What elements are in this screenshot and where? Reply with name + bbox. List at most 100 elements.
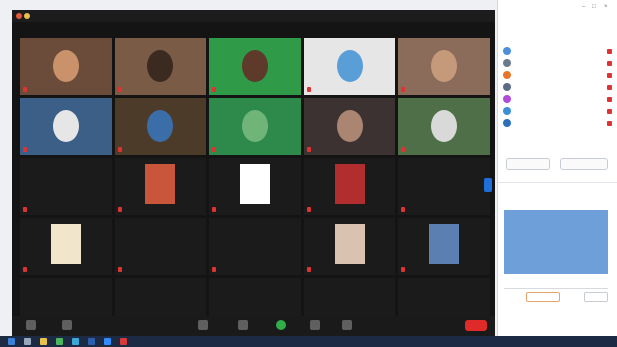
muted-mic-icon [607,60,612,66]
participant-video [52,110,79,142]
window-minimize-dot[interactable] [24,13,30,19]
zoom-icon[interactable] [104,338,111,345]
avatar [503,95,511,103]
participant-list [498,45,617,129]
muted-mic-icon [212,87,217,92]
participant-tile[interactable] [303,38,396,95]
muted-mic-icon [117,87,122,92]
next-page-arrow[interactable] [484,178,492,192]
more-options-button[interactable] [542,172,572,181]
participant-row[interactable] [498,69,617,81]
maximize-icon[interactable]: □ [592,4,596,10]
participant-tile[interactable] [209,158,301,215]
muted-mic-icon [607,72,612,78]
share-screen-icon[interactable] [276,320,286,330]
participant-video [147,110,174,142]
muted-mic-icon [306,267,311,272]
muted-mic-icon [23,267,27,272]
participant-tile[interactable] [398,158,490,215]
participant-tile[interactable] [209,38,301,95]
muted-mic-icon [401,87,406,92]
muted-mic-icon [306,147,311,152]
participant-video [241,110,268,142]
participant-row[interactable] [498,105,617,117]
chat-icon[interactable] [238,320,248,330]
participant-tile[interactable] [20,38,112,95]
meeting-toolbar [12,316,495,336]
muted-mic-icon [306,207,311,212]
participant-photo [429,224,460,264]
chrome-icon[interactable] [56,338,63,345]
muted-mic-icon [23,207,27,212]
muted-mic-icon [607,120,612,126]
muted-mic-icon [117,147,122,152]
chat-input-area[interactable] [504,288,608,310]
mute-icon[interactable] [26,320,36,330]
participant-video [52,50,79,82]
pdf-icon[interactable] [120,338,127,345]
chat-recipient-dropdown[interactable] [526,292,560,302]
participant-tile[interactable] [114,38,207,95]
meeting-window [12,10,495,336]
participants-panel: – □ × [497,0,617,336]
windows-start-icon[interactable] [8,338,15,345]
participant-tile[interactable] [303,158,396,215]
search-icon[interactable] [24,338,31,345]
window-close-dot[interactable] [16,13,22,19]
avatar [503,71,511,79]
muted-mic-icon [23,147,27,152]
participant-tile[interactable] [114,98,207,155]
participant-photo [50,224,81,264]
participant-tile[interactable] [114,158,207,215]
participant-row[interactable] [498,93,617,105]
muted-mic-icon [401,147,406,152]
muted-mic-icon [117,267,122,272]
muted-mic-icon [306,87,311,92]
participant-tile[interactable] [20,218,112,275]
participant-tile[interactable] [398,98,490,155]
muted-mic-icon [212,207,217,212]
participant-photo [334,164,365,204]
participant-tile[interactable] [209,98,301,155]
avatar [503,107,511,115]
muted-mic-icon [607,84,612,90]
muted-mic-icon [607,96,612,102]
participant-photo [145,164,176,204]
participant-video [336,110,363,142]
video-icon[interactable] [62,320,72,330]
participant-tile[interactable] [114,218,207,275]
participant-row[interactable] [498,45,617,57]
edge-icon[interactable] [72,338,79,345]
participant-tile[interactable] [398,38,490,95]
participant-photo [334,224,365,264]
file-explorer-icon[interactable] [40,338,47,345]
participant-tile[interactable] [20,158,112,215]
participant-tile[interactable] [398,218,490,275]
participants-icon[interactable] [198,320,208,330]
windows-taskbar [0,336,617,347]
participant-row[interactable] [498,81,617,93]
record-icon[interactable] [310,320,320,330]
avatar [503,47,511,55]
participant-tile[interactable] [20,98,112,155]
reactions-icon[interactable] [342,320,352,330]
avatar [503,83,511,91]
participant-tile[interactable] [303,98,396,155]
muted-mic-icon [212,267,217,272]
participant-tile[interactable] [303,218,396,275]
participant-row[interactable] [498,117,617,129]
invite-button[interactable] [506,158,550,170]
mute-all-button[interactable] [560,158,608,170]
muted-mic-icon [212,147,217,152]
minimize-icon[interactable]: – [582,4,585,10]
close-icon[interactable]: × [604,4,608,10]
chat-file-button[interactable] [584,292,608,302]
muted-mic-icon [401,267,406,272]
participant-row[interactable] [498,57,617,69]
end-meeting-button[interactable] [465,320,487,331]
muted-mic-icon [117,207,122,212]
avatar [503,119,511,127]
participant-tile[interactable] [209,218,301,275]
muted-mic-icon [607,48,612,54]
word-icon[interactable] [88,338,95,345]
